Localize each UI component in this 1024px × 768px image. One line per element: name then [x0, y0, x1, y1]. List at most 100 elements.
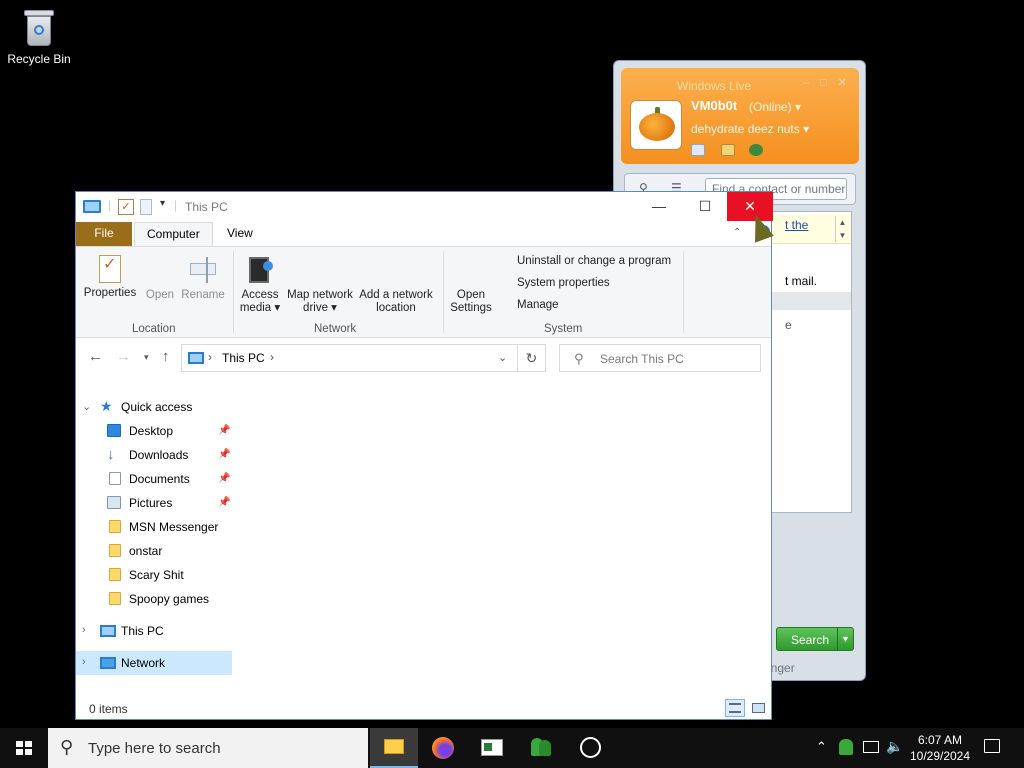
window-title: This PC: [185, 200, 228, 214]
pin-icon[interactable]: 📌: [218, 425, 230, 436]
list-item[interactable]: onstar: [76, 539, 232, 563]
open-settings-label: Open Settings: [450, 289, 492, 314]
pin-icon[interactable]: 📌: [218, 473, 230, 484]
search-placeholder: Search This PC: [600, 352, 684, 366]
messenger-search-button[interactable]: Search ▼: [776, 627, 854, 651]
forward-arrow-icon[interactable]: →: [116, 348, 131, 365]
list-item[interactable]: Spoopy games: [76, 587, 232, 611]
folder-icon[interactable]: [721, 144, 735, 156]
search-input[interactable]: ⚲ Search This PC: [559, 344, 761, 372]
recent-locations-icon[interactable]: ▾: [144, 352, 149, 363]
tab-file[interactable]: File: [76, 222, 132, 246]
breadcrumb-separator[interactable]: ›: [270, 350, 274, 364]
list-item[interactable]: Pictures 📌: [76, 491, 232, 515]
messenger-window-controls[interactable]: – □ ✕: [803, 76, 851, 89]
minimize-ribbon-icon[interactable]: ⌃: [733, 227, 741, 238]
taskbar-messenger[interactable]: [517, 728, 565, 768]
list-item[interactable]: ↓ Downloads 📌: [76, 443, 232, 467]
ribbon: ✓ Properties Open Rename Location Access…: [76, 246, 771, 338]
refresh-button[interactable]: ↻: [517, 344, 546, 372]
list-item-label: Documents: [129, 472, 190, 486]
messenger-username[interactable]: VM0b0t: [691, 98, 737, 113]
taskbar-alarms[interactable]: [566, 728, 614, 768]
list-item-label: Pictures: [129, 496, 173, 510]
messenger-personal-message[interactable]: dehydrate deez nuts ▾: [691, 122, 809, 136]
qat-customize-icon[interactable]: ▾: [160, 198, 165, 209]
open-button[interactable]: Open: [144, 255, 176, 302]
properties-qat-icon[interactable]: ✓: [118, 199, 134, 215]
breadcrumb-separator[interactable]: ›: [208, 350, 212, 364]
system-properties-button[interactable]: System properties: [517, 277, 610, 289]
this-pc-icon: [188, 352, 204, 364]
list-item[interactable]: MSN Messenger: [76, 515, 232, 539]
list-item-label: Spoopy games: [129, 592, 210, 606]
spaces-icon[interactable]: [749, 144, 763, 156]
chevron-up-icon[interactable]: ⌃: [816, 739, 827, 755]
details-view-icon[interactable]: [725, 699, 745, 717]
recycle-bin-icon: [22, 10, 56, 48]
network-tray-icon[interactable]: [863, 741, 879, 753]
pin-icon[interactable]: 📌: [218, 449, 230, 460]
list-item-label: Scary Shit: [129, 568, 184, 582]
chevron-down-icon[interactable]: ⌄: [82, 400, 91, 413]
properties-label: Properties: [83, 287, 137, 299]
notifications-icon[interactable]: [984, 739, 1000, 753]
title-bar[interactable]: | ✓ ▾ | This PC — ☐ ✕: [76, 192, 773, 222]
taskbar-search-input[interactable]: ⚲ Type here to search: [48, 728, 368, 768]
messenger-tray-icon[interactable]: [839, 739, 853, 755]
messenger-status[interactable]: (Online) ▾: [749, 100, 801, 114]
breadcrumb-this-pc[interactable]: This PC: [222, 351, 265, 365]
volume-icon[interactable]: 🔈: [886, 738, 903, 755]
file-explorer-window[interactable]: | ✓ ▾ | This PC — ☐ ✕ File Computer View…: [75, 191, 773, 720]
folder-icon: [109, 568, 121, 581]
this-pc-item[interactable]: › This PC: [76, 619, 232, 643]
list-item[interactable]: Documents 📌: [76, 467, 232, 491]
file-explorer-icon: [384, 739, 404, 754]
new-folder-qat-icon[interactable]: [140, 199, 152, 215]
firefox-icon: [432, 737, 454, 759]
open-settings-button[interactable]: Open Settings: [446, 289, 496, 315]
minimize-button[interactable]: —: [636, 192, 682, 221]
address-bar[interactable]: › This PC › ⌄: [181, 344, 546, 372]
rename-icon: [188, 255, 218, 285]
recycle-bin-desktop-icon[interactable]: Recycle Bin: [4, 6, 74, 66]
folder-icon: [109, 592, 121, 605]
tab-view[interactable]: View: [215, 222, 265, 246]
chevron-right-icon[interactable]: ›: [82, 624, 86, 636]
uninstall-program-button[interactable]: Uninstall or change a program: [517, 255, 671, 267]
chevron-down-icon[interactable]: ⌄: [498, 351, 507, 364]
documents-icon: [109, 472, 121, 485]
rename-button[interactable]: Rename: [180, 255, 226, 302]
start-button[interactable]: [0, 728, 48, 768]
taskbar-news-app[interactable]: [468, 728, 516, 768]
access-media-button[interactable]: Access media ▾: [236, 255, 284, 315]
manage-button[interactable]: Manage: [517, 299, 559, 311]
quick-access-item[interactable]: ⌄ ★ Quick access: [76, 395, 232, 419]
messenger-header: Windows Live – □ ✕ VM0b0t (Online) ▾ deh…: [621, 68, 859, 164]
back-arrow-icon[interactable]: ←: [88, 348, 103, 365]
taskbar-file-explorer[interactable]: [370, 728, 418, 768]
up-arrow-icon[interactable]: ↑: [162, 348, 170, 365]
list-item[interactable]: Scary Shit: [76, 563, 232, 587]
add-network-location-button[interactable]: Add a network location: [356, 289, 436, 315]
taskbar-clock[interactable]: 6:07 AM 10/29/2024: [902, 732, 978, 764]
mail-notice[interactable]: t mail.: [785, 274, 817, 288]
pin-icon[interactable]: 📌: [218, 497, 230, 508]
access-media-label: Access media ▾: [239, 289, 281, 314]
map-network-drive-button[interactable]: Map network drive ▾: [284, 289, 356, 315]
banner-scroll[interactable]: ▲ ▼: [835, 216, 849, 242]
maximize-button[interactable]: ☐: [682, 192, 728, 221]
properties-button[interactable]: ✓ Properties: [82, 255, 138, 300]
taskbar-firefox[interactable]: [419, 728, 467, 768]
network-item[interactable]: › Network: [76, 651, 232, 675]
list-item[interactable]: Desktop 📌: [76, 419, 232, 443]
large-icons-view-icon[interactable]: [748, 699, 768, 717]
mail-icon[interactable]: [691, 144, 705, 156]
banner-link[interactable]: t the: [785, 218, 808, 232]
chevron-right-icon[interactable]: ›: [82, 656, 86, 668]
tab-computer[interactable]: Computer: [134, 222, 213, 246]
avatar[interactable]: [630, 100, 682, 150]
properties-icon: ✓: [99, 255, 121, 283]
chevron-down-icon[interactable]: ▼: [837, 628, 853, 650]
pictures-icon: [107, 496, 121, 509]
